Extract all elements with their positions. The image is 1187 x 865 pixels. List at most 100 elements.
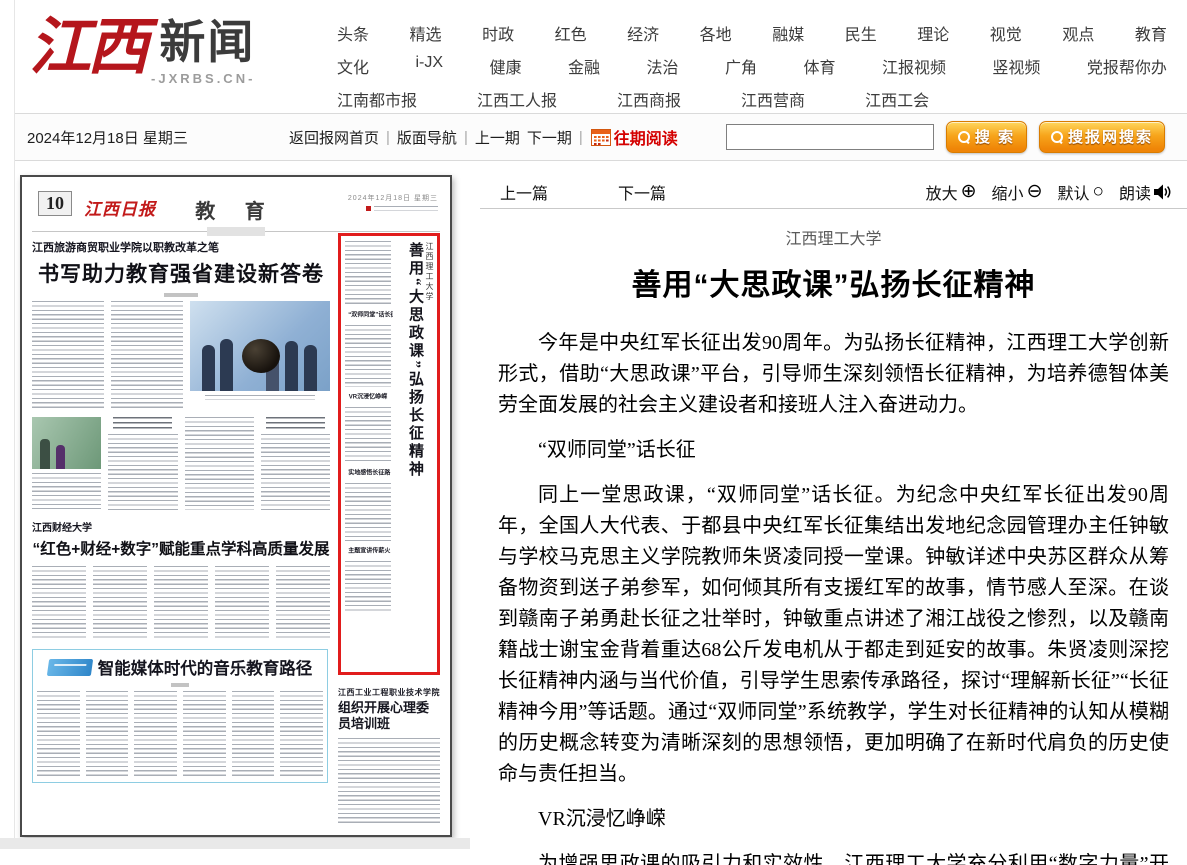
- zoom-out-label: 缩小: [992, 180, 1024, 204]
- nav-link[interactable]: 红色: [555, 21, 587, 45]
- current-date: 2024年12月18日 星期三: [27, 127, 289, 148]
- thumb-article1-columns: [32, 301, 330, 409]
- nav-link[interactable]: 党报帮你办: [1087, 54, 1167, 78]
- search-input[interactable]: [726, 124, 934, 150]
- nav-link[interactable]: 各地: [700, 21, 732, 45]
- site-logo[interactable]: 江西 新闻 -JXRBS.CN-: [29, 10, 255, 86]
- zoom-out-icon: ⊖: [1027, 182, 1043, 201]
- logo-domain-text: -JXRBS.CN-: [151, 71, 255, 86]
- nav-link[interactable]: 民生: [845, 21, 877, 45]
- fake-text-block: [345, 325, 391, 387]
- article-paragraph: 今年是中央红军长征出发90周年。为弘扬长征精神，江西理工大学创新形式，借助“大思…: [498, 328, 1169, 421]
- highlighted-article-box[interactable]: “双师同堂”话长征VR沉浸忆峥嵘实地感悟长征路主题宣讲传薪火 善用“大思政课”弘…: [338, 233, 440, 675]
- search-area: 搜 索 搜报网搜索: [726, 121, 1165, 153]
- bottom-gray-strip: [0, 838, 470, 849]
- nav-link[interactable]: 教育: [1135, 21, 1167, 45]
- nav-link[interactable]: 竖视频: [992, 54, 1040, 78]
- highlight-subhead: 实地感悟长征路: [348, 469, 388, 478]
- fake-text-column: [261, 417, 330, 510]
- thumb-article1-kicker: 江西旅游商贸职业学院以职教改革之笔: [32, 239, 330, 255]
- prev-article-link[interactable]: 上一篇: [500, 180, 548, 204]
- nav-link[interactable]: 观点: [1062, 21, 1094, 45]
- nav-link[interactable]: 金融: [568, 54, 600, 78]
- thumb-article3-columns: [37, 691, 323, 777]
- article-title: 善用“大思政课”弘扬长征精神: [498, 260, 1169, 304]
- masthead-rule: [32, 231, 440, 232]
- nav-link[interactable]: 江西工人报: [477, 87, 557, 111]
- nav-link[interactable]: 文化: [337, 54, 369, 78]
- article-paragraph: 同上一堂思政课，“双师同堂”话长征。为纪念中央红军长征出发90周年，全国人大代表…: [498, 480, 1169, 790]
- archive-reading-link[interactable]: 往期阅读: [614, 125, 678, 149]
- highlight-vertical-kicker: 江西理工大学: [424, 242, 435, 666]
- nav-link[interactable]: 理论: [917, 21, 949, 45]
- highlight-subhead: 主题宣讲传薪火: [348, 547, 388, 556]
- nav-row: 江南都市报 江西工人报 江西商报 江西营商 江西工会: [337, 87, 1167, 111]
- zoom-out-button[interactable]: 缩小 ⊖: [992, 180, 1043, 204]
- zoom-in-button[interactable]: 放大 ⊕: [926, 180, 977, 204]
- article-subhead: VR沉浸忆峥嵘: [498, 804, 1169, 835]
- fake-text-column: [183, 691, 226, 777]
- fake-text-block: [345, 241, 391, 305]
- toolbar-link[interactable]: 返回报网首页: [289, 127, 379, 148]
- fake-text-block: [345, 407, 391, 463]
- default-size-button[interactable]: 默认 ○: [1057, 180, 1104, 204]
- toolbar-link[interactable]: 上一期: [475, 127, 520, 148]
- nav-link[interactable]: 广角: [725, 54, 757, 78]
- nav-link[interactable]: 江南都市报: [337, 87, 417, 111]
- fake-text-block: [345, 561, 391, 613]
- default-size-label: 默认: [1057, 180, 1089, 204]
- magnifier-icon: [1048, 128, 1065, 145]
- newspaper-photo-small: [32, 417, 101, 469]
- newspaper-contact-line: [374, 206, 438, 211]
- calendar-icon[interactable]: [591, 129, 611, 146]
- nav-link[interactable]: 融媒: [772, 21, 804, 45]
- next-article-link[interactable]: 下一篇: [618, 180, 666, 204]
- toolbar-link[interactable]: 下一期: [527, 127, 572, 148]
- thumb-article2-kicker: 江西财经大学: [32, 519, 330, 534]
- thumb-article1-title: 书写助力教育强省建设新答卷: [32, 258, 330, 288]
- nav-link[interactable]: 精选: [410, 21, 442, 45]
- thumb-article1-columns2: [32, 417, 330, 510]
- separator: |: [464, 129, 468, 146]
- nav-link[interactable]: 江报视频: [882, 54, 946, 78]
- article-text: 今年是中央红军长征出发90周年。为弘扬长征精神，江西理工大学创新形式，借助“大思…: [498, 328, 1169, 865]
- thumb-article4: 江西工业工程职业技术学院 组织开展心理委员培训班: [338, 687, 440, 825]
- thumb-article1-byline: [164, 293, 198, 297]
- newspaper-dateline: 2024年12月18日 星期三: [348, 193, 438, 211]
- search-button-label: 搜 索: [975, 126, 1015, 147]
- nav-link[interactable]: 江西工会: [865, 87, 929, 111]
- nav-link[interactable]: 江西商报: [617, 87, 681, 111]
- site-search-button[interactable]: 搜报网搜索: [1039, 121, 1165, 153]
- toolbar-link[interactable]: 版面导航: [397, 127, 457, 148]
- nav-link[interactable]: 经济: [627, 21, 659, 45]
- fake-text-column: [86, 691, 129, 777]
- nav-link[interactable]: 视觉: [990, 21, 1022, 45]
- article-source: 江西理工大学: [498, 225, 1169, 249]
- fake-text-column: [32, 417, 101, 510]
- nav-link[interactable]: 江西营商: [741, 87, 805, 111]
- nav-link[interactable]: 法治: [646, 54, 678, 78]
- newspaper-photo: [190, 301, 330, 391]
- nav-link[interactable]: 时政: [482, 21, 514, 45]
- fake-text-column: [154, 566, 208, 640]
- nav-link[interactable]: 健康: [490, 54, 522, 78]
- fake-text-column: [32, 301, 104, 409]
- highlight-titles: 善用“大思政课”弘扬长征精神 江西理工大学: [393, 236, 437, 672]
- article-panel: 上一篇 下一篇 放大 ⊕ 缩小 ⊖ 默认 ○ 朗读: [480, 175, 1187, 865]
- fake-text-column: [215, 566, 269, 640]
- site-search-button-label: 搜报网搜索: [1068, 126, 1153, 147]
- fake-text-column: [185, 417, 254, 510]
- thumb-article3-title: 智能媒体时代的音乐教育路径: [98, 655, 313, 679]
- logo-suffix-text: 新闻: [159, 17, 255, 69]
- search-button[interactable]: 搜 索: [946, 121, 1027, 153]
- read-aloud-button[interactable]: 朗读: [1119, 180, 1171, 204]
- nav-link[interactable]: 体育: [803, 54, 835, 78]
- nav-link[interactable]: 头条: [337, 21, 369, 45]
- newspaper-page-thumbnail[interactable]: 10 江西日报 教 育 2024年12月18日 星期三 江西旅游商贸职业学院以职…: [20, 175, 452, 837]
- nav-link[interactable]: i-JX: [415, 54, 443, 78]
- thumb-article3-byline: [171, 683, 189, 687]
- highlight-subhead: VR沉浸忆峥嵘: [348, 393, 388, 402]
- article-toolbar: 上一篇 下一篇 放大 ⊕ 缩小 ⊖ 默认 ○ 朗读: [480, 175, 1187, 209]
- fake-text-column: [32, 566, 86, 640]
- thumb-article4-title: 组织开展心理委员培训班: [338, 700, 440, 733]
